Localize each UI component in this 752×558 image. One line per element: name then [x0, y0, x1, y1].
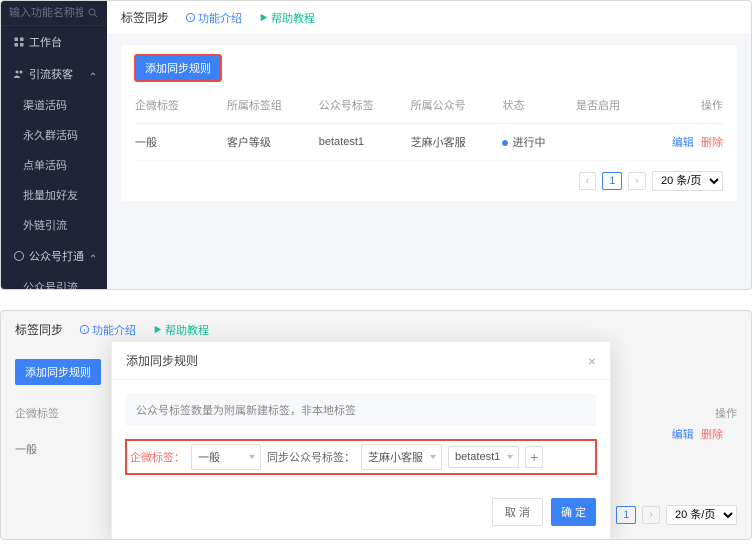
feature-intro-link[interactable]: 功能介绍 — [79, 322, 136, 338]
main-panel: 标签同步 功能介绍 帮助教程 添加同步规则 企微标签 所属标签组 公众号标签 所… — [107, 1, 751, 289]
pagination: ‹ 1 › 20 条/页 — [135, 161, 723, 191]
sidebar-item-group-qr[interactable]: 永久群活码 — [1, 120, 107, 150]
qw-tag-select[interactable]: 一般 — [191, 444, 261, 470]
edit-link[interactable]: 编辑 — [672, 137, 694, 149]
page-header: 标签同步 功能介绍 帮助教程 — [107, 1, 751, 35]
search-input[interactable] — [9, 7, 83, 19]
info-icon — [79, 324, 90, 335]
cell-wx-tag: betatest1 — [319, 136, 411, 148]
content-card: 添加同步规则 企微标签 所属标签组 公众号标签 所属公众号 状态 是否启用 操作… — [121, 45, 737, 201]
search-icon — [87, 7, 99, 19]
link-label: 功能介绍 — [198, 10, 242, 26]
cell-account: 芝麻小客服 — [411, 134, 503, 150]
dialog-note: 公众号标签数量为附属新建标签，非本地标签 — [126, 394, 596, 426]
add-tag-button[interactable]: + — [525, 446, 543, 468]
edit-link[interactable]: 编辑 — [672, 429, 694, 441]
chevron-up-icon — [89, 70, 97, 78]
table-row: 一般 客户等级 betatest1 芝麻小客服 进行中 编辑 删除 — [135, 124, 723, 161]
page-title: 标签同步 — [15, 321, 63, 338]
page-size-select[interactable]: 20 条/页 — [652, 171, 723, 191]
col-enabled: 是否启用 — [576, 97, 650, 113]
page-next[interactable]: › — [642, 506, 660, 524]
wx-tag-label: 同步公众号标签： — [267, 449, 355, 465]
dialog-body: 公众号标签数量为附属新建标签，非本地标签 企微标签： 一般 同步公众号标签： 芝… — [112, 380, 610, 488]
users-icon — [13, 68, 25, 80]
info-icon — [185, 12, 196, 23]
nav-group-workbench[interactable]: 工作台 — [1, 26, 107, 58]
nav-group-official[interactable]: 公众号打通 — [1, 240, 107, 272]
play-icon — [152, 324, 163, 335]
wx-account-select[interactable]: 芝麻小客服 — [361, 444, 442, 470]
nav-group-label: 工作台 — [29, 34, 97, 50]
dialog-header: 添加同步规则 × — [112, 342, 610, 380]
dashboard-icon — [13, 36, 25, 48]
col-qw-tag: 企微标签 — [135, 97, 227, 113]
add-rule-button[interactable]: 添加同步规则 — [135, 55, 221, 81]
close-icon[interactable]: × — [588, 353, 596, 369]
page-number[interactable]: 1 — [616, 506, 636, 524]
dialog-title: 添加同步规则 — [126, 352, 198, 369]
cell-tag-group: 客户等级 — [227, 134, 319, 150]
nav-group-label: 公众号打通 — [29, 248, 89, 264]
cell-ops: 编辑 删除 — [668, 426, 723, 442]
col-tag-group: 所属标签组 — [227, 97, 319, 113]
col-ops: 操作 — [647, 405, 737, 421]
delete-link[interactable]: 删除 — [701, 429, 723, 441]
sidebar-item-oa-leads[interactable]: 公众号引流 — [1, 272, 107, 289]
sidebar-item-external-link[interactable]: 外链引流 — [1, 210, 107, 240]
help-tutorial-link[interactable]: 帮助教程 — [152, 322, 209, 338]
screenshot-top: 工作台 引流获客 渠道活码 永久群活码 点单活码 批量加好友 外链引流 公众号打… — [0, 0, 752, 290]
sidebar-search[interactable] — [1, 1, 107, 26]
status-dot-icon — [502, 140, 508, 146]
pagination: ‹ 1 › 20 条/页 — [593, 495, 737, 525]
link-label: 帮助教程 — [271, 10, 315, 26]
cell-qw-tag: 一般 — [135, 134, 227, 150]
delete-link[interactable]: 删除 — [701, 137, 723, 149]
col-wx-tag: 公众号标签 — [319, 97, 411, 113]
cancel-button[interactable]: 取 消 — [492, 498, 543, 526]
nav-group-leads[interactable]: 引流获客 — [1, 58, 107, 90]
chevron-up-icon — [89, 252, 97, 260]
screenshot-bottom: 标签同步 功能介绍 帮助教程 添加同步规则 企微标签 是否启用 操作 一般 编辑… — [0, 310, 752, 540]
confirm-button[interactable]: 确 定 — [551, 498, 596, 526]
play-icon — [258, 12, 269, 23]
col-status: 状态 — [502, 97, 576, 113]
sidebar: 工作台 引流获客 渠道活码 永久群活码 点单活码 批量加好友 外链引流 公众号打… — [1, 1, 107, 289]
page-next[interactable]: › — [628, 172, 646, 190]
sidebar-item-batch-add[interactable]: 批量加好友 — [1, 180, 107, 210]
add-rule-dialog: 添加同步规则 × 公众号标签数量为附属新建标签，非本地标签 企微标签： 一般 同… — [111, 341, 611, 540]
add-rule-button[interactable]: 添加同步规则 — [15, 359, 101, 385]
sidebar-item-order-qr[interactable]: 点单活码 — [1, 150, 107, 180]
help-tutorial-link[interactable]: 帮助教程 — [258, 10, 315, 26]
page-prev[interactable]: ‹ — [579, 172, 597, 190]
content-area: 添加同步规则 企微标签 所属标签组 公众号标签 所属公众号 状态 是否启用 操作… — [107, 35, 751, 289]
cell-ops: 编辑 删除 — [649, 134, 723, 150]
page-number[interactable]: 1 — [602, 172, 622, 190]
sidebar-item-channel-qr[interactable]: 渠道活码 — [1, 90, 107, 120]
qw-tag-label: 企微标签： — [130, 449, 185, 465]
nav-group-label: 引流获客 — [29, 66, 89, 82]
exchange-icon — [13, 250, 25, 262]
feature-intro-link[interactable]: 功能介绍 — [185, 10, 242, 26]
dialog-footer: 取 消 确 定 — [112, 488, 610, 540]
link-label: 功能介绍 — [92, 322, 136, 338]
table-header: 企微标签 所属标签组 公众号标签 所属公众号 状态 是否启用 操作 — [135, 87, 723, 124]
col-ops: 操作 — [649, 97, 723, 113]
page-size-select[interactable]: 20 条/页 — [666, 505, 737, 525]
dialog-form-row: 企微标签： 一般 同步公众号标签： 芝麻小客服 betatest1 + — [126, 440, 596, 474]
col-account: 所属公众号 — [411, 97, 503, 113]
wx-tag-select[interactable]: betatest1 — [448, 446, 519, 468]
page-title: 标签同步 — [121, 9, 169, 26]
link-label: 帮助教程 — [165, 322, 209, 338]
